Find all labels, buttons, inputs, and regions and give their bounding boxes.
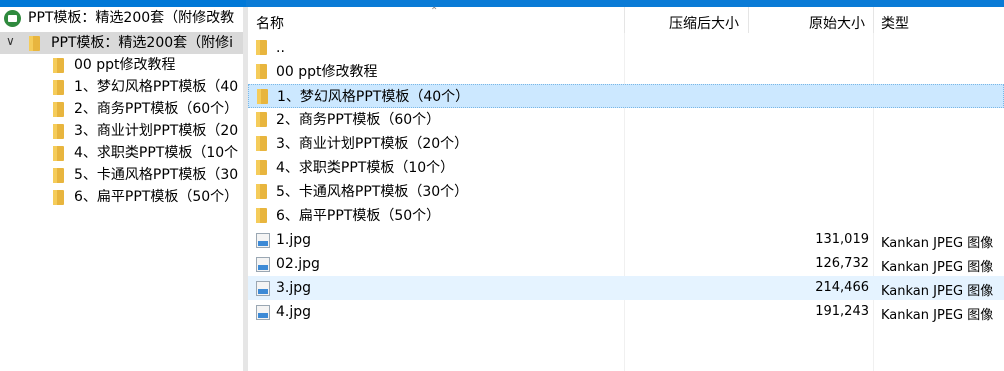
file-name: 00 ppt修改教程 bbox=[276, 64, 378, 80]
folder-row[interactable]: .. bbox=[248, 36, 1004, 60]
tree-root-label: PPT模板：精选200套（附修改教 bbox=[28, 10, 235, 26]
folder-icon bbox=[256, 64, 267, 79]
column-header: ⌃ 名称 压缩后大小 原始大小 类型 bbox=[248, 6, 1004, 33]
file-name: 1、梦幻风格PPT模板（40个） bbox=[277, 89, 470, 105]
folder-tree[interactable]: PPT模板：精选200套（附修改教 ∨ PPT模板：精选200套（附修i 00 … bbox=[0, 7, 243, 371]
chevron-down-icon[interactable]: ∨ bbox=[6, 34, 15, 48]
file-type: Kankan JPEG 图像 bbox=[881, 284, 994, 299]
file-name: 5、卡通风格PPT模板（30个） bbox=[276, 184, 469, 200]
tree-item-label: 3、商业计划PPT模板（20 bbox=[74, 123, 239, 139]
column-divider[interactable] bbox=[873, 7, 874, 33]
tree-item-label: 4、求职类PPT模板（10个 bbox=[74, 145, 239, 161]
file-name: 1.jpg bbox=[276, 232, 312, 248]
tree-item-label: 1、梦幻风格PPT模板（40 bbox=[74, 79, 239, 95]
column-compressed[interactable]: 压缩后大小 bbox=[669, 13, 739, 33]
file-type: Kankan JPEG 图像 bbox=[881, 236, 994, 251]
column-divider[interactable] bbox=[624, 7, 625, 33]
folder-icon bbox=[53, 80, 64, 95]
folder-row[interactable]: 4、求职类PPT模板（10个） bbox=[248, 156, 1004, 180]
folder-row[interactable]: 1、梦幻风格PPT模板（40个） bbox=[248, 84, 1004, 108]
folder-icon bbox=[256, 40, 267, 55]
folder-icon bbox=[256, 184, 267, 199]
tree-item-2[interactable]: 2、商务PPT模板（60个） bbox=[0, 98, 243, 120]
tree-item-label: 2、商务PPT模板（60个） bbox=[74, 101, 239, 117]
jpeg-file-icon bbox=[256, 233, 270, 248]
folder-icon bbox=[256, 208, 267, 223]
tree-item-label: 6、扁平PPT模板（50个） bbox=[74, 189, 239, 205]
sort-ascending-icon: ⌃ bbox=[430, 6, 439, 17]
folder-icon bbox=[53, 190, 64, 205]
file-row[interactable]: 3.jpg 214,466 Kankan JPEG 图像 bbox=[248, 276, 1004, 300]
tree-root[interactable]: PPT模板：精选200套（附修改教 bbox=[0, 7, 243, 29]
column-name[interactable]: 名称 bbox=[256, 13, 284, 33]
title-bar-right bbox=[246, 0, 1004, 7]
file-row[interactable]: 1.jpg 131,019 Kankan JPEG 图像 bbox=[248, 228, 1004, 252]
folder-icon bbox=[256, 112, 267, 127]
tree-item-6[interactable]: 6、扁平PPT模板（50个） bbox=[0, 186, 243, 208]
jpeg-file-icon bbox=[256, 281, 270, 296]
file-name: 4.jpg bbox=[276, 304, 312, 320]
title-bar-left bbox=[0, 0, 246, 7]
folder-icon bbox=[256, 160, 267, 175]
tree-item-0[interactable]: 00 ppt修改教程 bbox=[0, 54, 243, 76]
folder-icon bbox=[53, 58, 64, 73]
jpeg-file-icon bbox=[256, 257, 270, 272]
original-size: 131,019 bbox=[815, 232, 869, 247]
tree-item-label: 00 ppt修改教程 bbox=[74, 57, 176, 73]
folder-icon bbox=[256, 136, 267, 151]
archive-icon bbox=[4, 10, 21, 27]
tree-expanded-label: PPT模板：精选200套（附修i bbox=[51, 35, 234, 51]
folder-row[interactable]: 3、商业计划PPT模板（20个） bbox=[248, 132, 1004, 156]
tree-item-5[interactable]: 5、卡通风格PPT模板（30 bbox=[0, 164, 243, 186]
folder-icon bbox=[53, 102, 64, 117]
folder-icon bbox=[53, 124, 64, 139]
folder-row[interactable]: 2、商务PPT模板（60个） bbox=[248, 108, 1004, 132]
file-name: 6、扁平PPT模板（50个） bbox=[276, 208, 441, 224]
file-name: 3、商业计划PPT模板（20个） bbox=[276, 136, 469, 152]
file-list[interactable]: ⌃ 名称 压缩后大小 原始大小 类型 .. 00 ppt修改教程 1、梦幻风格PPT… bbox=[248, 6, 1004, 371]
folder-icon bbox=[257, 89, 268, 104]
file-type: Kankan JPEG 图像 bbox=[881, 308, 994, 323]
file-name: 4、求职类PPT模板（10个） bbox=[276, 160, 455, 176]
tree-item-3[interactable]: 3、商业计划PPT模板（20 bbox=[0, 120, 243, 142]
tree-expanded-folder[interactable]: ∨ PPT模板：精选200套（附修i bbox=[0, 32, 243, 54]
tree-item-1[interactable]: 1、梦幻风格PPT模板（40 bbox=[0, 76, 243, 98]
folder-icon bbox=[53, 168, 64, 183]
original-size: 191,243 bbox=[815, 304, 869, 319]
file-name: .. bbox=[276, 40, 285, 56]
folder-row[interactable]: 6、扁平PPT模板（50个） bbox=[248, 204, 1004, 228]
jpeg-file-icon bbox=[256, 305, 270, 320]
folder-icon bbox=[29, 36, 40, 51]
tree-item-label: 5、卡通风格PPT模板（30 bbox=[74, 167, 239, 183]
folder-row[interactable]: 5、卡通风格PPT模板（30个） bbox=[248, 180, 1004, 204]
column-original[interactable]: 原始大小 bbox=[809, 13, 865, 33]
folder-row[interactable]: 00 ppt修改教程 bbox=[248, 60, 1004, 84]
file-type: Kankan JPEG 图像 bbox=[881, 260, 994, 275]
file-row[interactable]: 02.jpg 126,732 Kankan JPEG 图像 bbox=[248, 252, 1004, 276]
file-row[interactable]: 4.jpg 191,243 Kankan JPEG 图像 bbox=[248, 300, 1004, 324]
tree-item-4[interactable]: 4、求职类PPT模板（10个 bbox=[0, 142, 243, 164]
original-size: 126,732 bbox=[815, 256, 869, 271]
title-bar bbox=[0, 0, 1004, 7]
original-size: 214,466 bbox=[815, 280, 869, 295]
column-type[interactable]: 类型 bbox=[881, 13, 909, 33]
file-name: 02.jpg bbox=[276, 256, 320, 272]
file-name: 3.jpg bbox=[276, 280, 312, 296]
folder-icon bbox=[53, 146, 64, 161]
column-divider[interactable] bbox=[748, 7, 749, 33]
file-name: 2、商务PPT模板（60个） bbox=[276, 112, 441, 128]
